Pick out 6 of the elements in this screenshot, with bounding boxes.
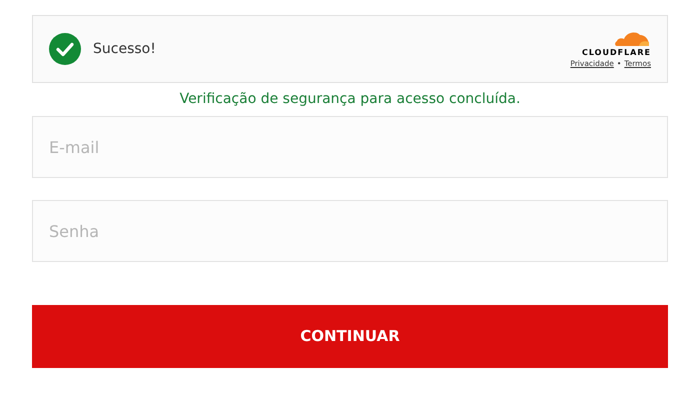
email-field[interactable]: E-mail (32, 116, 668, 178)
status-text: Sucesso! (93, 40, 156, 58)
continue-button[interactable]: CONTINUAR (32, 305, 668, 368)
success-message: Verificação de segurança para acesso concluída. (180, 90, 520, 108)
brand-text: CLOUDFLARE (582, 46, 651, 58)
password-field[interactable]: Senha (32, 200, 668, 262)
